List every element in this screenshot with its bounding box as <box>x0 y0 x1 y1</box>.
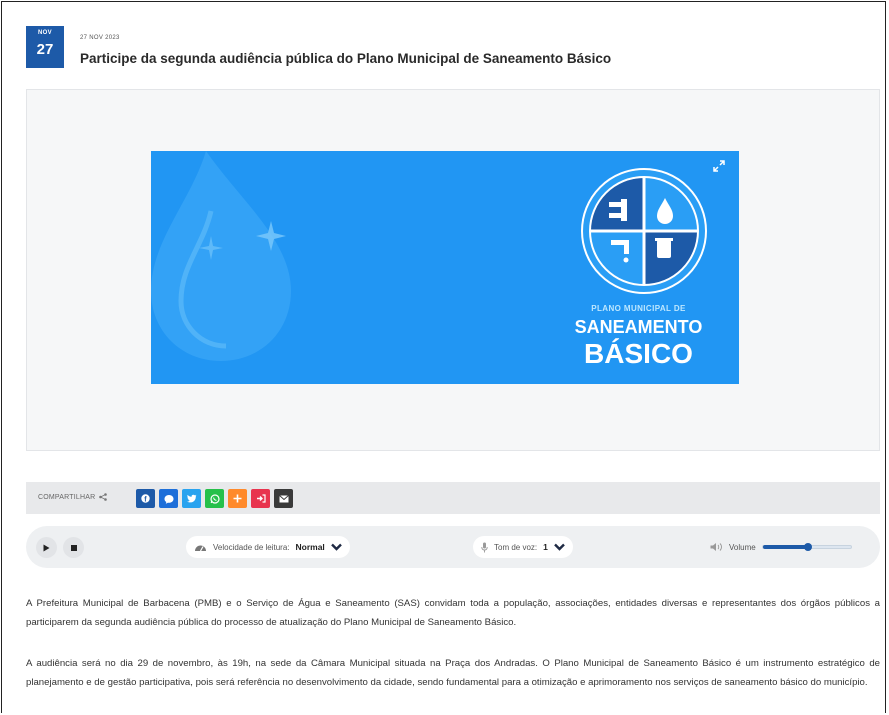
volume-slider[interactable] <box>761 543 852 551</box>
chat-bubble-icon <box>164 494 173 504</box>
volume-slider-handle[interactable] <box>803 543 812 551</box>
whatsapp-icon <box>209 493 220 504</box>
microphone-icon <box>481 542 488 552</box>
print-icon <box>256 494 266 503</box>
reading-speed-label: Velocidade de leitura: <box>213 542 290 552</box>
article-paragraph-1: A Prefeitura Municipal de Barbacena (PMB… <box>26 598 880 628</box>
publish-date: 27 NOV 2023 <box>80 35 120 41</box>
voice-tone-value: 1 <box>543 542 548 552</box>
plus-icon <box>233 494 242 503</box>
article-paragraph-2: A audiência será no dia 29 de novembro, … <box>26 658 880 688</box>
share-bar: COMPARTILHAR f <box>26 482 880 514</box>
share-whatsapp-button[interactable] <box>205 489 224 508</box>
share-print-button[interactable] <box>251 489 270 508</box>
play-icon <box>43 544 50 551</box>
audio-player: Velocidade de leitura: Normal Tom de voz… <box>26 526 880 568</box>
featured-image[interactable]: PLANO MUNICIPAL DE SANEAMENTO BÁSICO <box>151 151 739 384</box>
volume-label: Volume <box>729 542 756 552</box>
date-badge-month: NOV <box>38 30 52 36</box>
speaker-icon <box>710 543 722 551</box>
reading-speed-select[interactable]: Velocidade de leitura: Normal <box>186 536 350 558</box>
share-label: COMPARTILHAR <box>38 493 96 501</box>
envelope-icon <box>278 494 289 502</box>
play-button[interactable] <box>36 537 57 558</box>
article-title: Participe da segunda audiência pública d… <box>80 51 612 66</box>
chevron-down-icon <box>330 543 342 551</box>
expand-icon[interactable] <box>713 160 725 172</box>
voice-tone-select[interactable]: Tom de voz: 1 <box>473 536 573 558</box>
share-twitter-button[interactable] <box>182 489 201 508</box>
voice-tone-label: Tom de voz: <box>494 542 538 552</box>
banner-title-line2: BÁSICO <box>584 338 693 369</box>
reading-speed-value: Normal <box>295 542 325 552</box>
speedometer-icon <box>195 545 206 552</box>
chevron-down-icon <box>554 543 565 551</box>
article-frame: NOV 27 27 NOV 2023 Participe da segunda … <box>1 1 886 713</box>
water-drop-icon <box>151 151 291 361</box>
date-badge: NOV 27 <box>26 26 64 68</box>
saneamento-logo <box>581 168 707 294</box>
share-more-button[interactable] <box>228 489 247 508</box>
banner-subtitle: PLANO MUNICIPAL DE <box>591 304 686 313</box>
stop-icon <box>70 544 77 551</box>
stop-button[interactable] <box>63 537 84 558</box>
share-email-button[interactable] <box>274 489 293 508</box>
share-icon <box>99 493 108 501</box>
twitter-icon <box>186 494 196 503</box>
facebook-icon: f <box>141 494 150 503</box>
date-badge-day: 27 <box>36 41 54 58</box>
volume-control: Volume <box>702 536 860 558</box>
volume-slider-fill <box>762 545 808 549</box>
share-messenger-button[interactable] <box>159 489 178 508</box>
banner-title-line1: SANEAMENTO <box>574 317 703 337</box>
share-facebook-button[interactable]: f <box>136 489 155 508</box>
share-label-wrap: COMPARTILHAR <box>38 493 108 501</box>
